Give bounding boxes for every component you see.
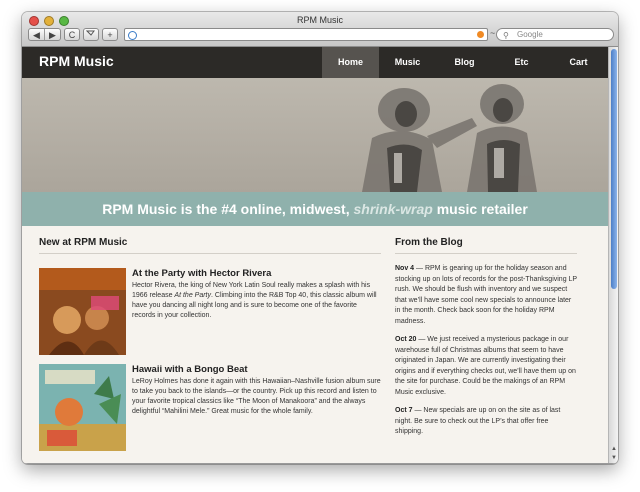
new-releases-section: New at RPM Music At the Party with Hecto… [39, 237, 381, 452]
nav-cart[interactable]: Cart [550, 47, 607, 78]
bookmark-glyph-icon [85, 30, 95, 36]
search-placeholder: Google [517, 30, 543, 39]
post-text: — We just received a mysterious package … [395, 336, 576, 396]
scroll-up-icon[interactable]: ▲ [609, 445, 618, 454]
tagline-text-end: music retailer [432, 201, 528, 217]
blog-post: Oct 7 — New specials are up on on the si… [395, 406, 577, 438]
bookmark-icon[interactable] [83, 28, 99, 41]
address-bar[interactable] [124, 28, 488, 41]
web-page: RPM Music Home Music Blog Etc Cart RPM M… [22, 47, 608, 464]
back-button[interactable]: ◀ [29, 29, 44, 40]
browser-toolbar: RPM Music ◀ ▶ C + ~ ⚲ Google [22, 12, 618, 47]
rss-icon[interactable] [477, 31, 484, 38]
release-item: At the Party with Hector Rivera Hector R… [39, 268, 381, 356]
window-title: RPM Music [296, 15, 343, 25]
release-title[interactable]: At the Party with Hector Rivera [132, 268, 382, 279]
browser-window: RPM Music ◀ ▶ C + ~ ⚲ Google RPM Music H… [22, 12, 618, 464]
page-viewport: RPM Music Home Music Blog Etc Cart RPM M… [22, 47, 618, 464]
tagline-banner: RPM Music is the #4 online, midwest, shr… [22, 192, 608, 226]
post-date: Oct 20 [395, 336, 417, 343]
tagline-emphasis: shrink-wrap [353, 201, 433, 217]
forward-button[interactable]: ▶ [44, 29, 60, 40]
site-header: RPM Music Home Music Blog Etc Cart [22, 47, 608, 78]
search-field[interactable]: ⚲ Google [496, 28, 614, 41]
release-title[interactable]: Hawaii with a Bongo Beat [132, 364, 382, 375]
scroll-down-icon[interactable]: ▼ [609, 454, 618, 463]
history-buttons: ◀ ▶ [28, 28, 61, 41]
globe-icon [128, 31, 137, 40]
address-dropdown-icon[interactable]: ~ [490, 28, 495, 38]
post-date: Oct 7 [395, 407, 413, 414]
nav-blog[interactable]: Blog [436, 47, 493, 78]
album-cover-image[interactable] [39, 364, 126, 451]
section-heading: New at RPM Music [39, 237, 381, 254]
add-bookmark-button[interactable]: + [102, 28, 118, 41]
release-item: Hawaii with a Bongo Beat LeRoy Holmes ha… [39, 364, 381, 452]
nav-home[interactable]: Home [322, 47, 379, 78]
reload-button[interactable]: C [64, 28, 80, 41]
blog-post: Nov 4 — RPM is gearing up for the holida… [395, 264, 577, 327]
section-heading: From the Blog [395, 237, 577, 254]
window-bottom-edge [22, 463, 618, 464]
nav-music[interactable]: Music [379, 47, 436, 78]
vertical-scrollbar[interactable]: ▲ ▼ [608, 47, 618, 464]
release-description: Hector Rivera, the king of New York Lati… [132, 281, 382, 321]
blog-post: Oct 20 — We just received a mysterious p… [395, 335, 577, 398]
hero-illustration [362, 84, 537, 192]
tagline-text: RPM Music is the #4 online, midwest, [102, 201, 354, 217]
scrollbar-thumb[interactable] [611, 49, 617, 289]
post-text: — RPM is gearing up for the holiday seas… [395, 265, 577, 325]
nav-etc[interactable]: Etc [493, 47, 550, 78]
post-text: — New specials are up on on the site as … [395, 407, 561, 435]
hero-banner [22, 78, 608, 192]
release-description: LeRoy Holmes has done it again with this… [132, 378, 381, 415]
release-desc-em: At the Party [174, 292, 211, 299]
post-date: Nov 4 [395, 265, 415, 272]
blog-section: From the Blog Nov 4 — RPM is gearing up … [395, 237, 577, 438]
album-cover-image[interactable] [39, 268, 126, 355]
main-nav: Home Music Blog Etc Cart [322, 47, 607, 78]
search-icon: ⚲ [503, 31, 509, 40]
site-logo[interactable]: RPM Music [39, 53, 114, 69]
